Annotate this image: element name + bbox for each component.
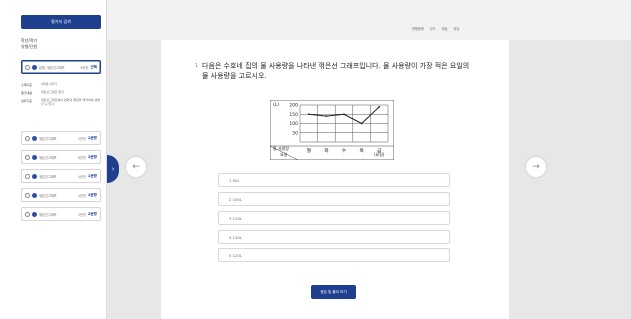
chart-x-unit: (요일) <box>374 151 385 157</box>
view-tabs: 전체문제 정오 해설 정답 <box>412 26 459 31</box>
tab-correctness[interactable]: 정오 <box>430 26 436 31</box>
gear-icon <box>32 135 37 141</box>
detail-value: 4학년 2학기 <box>41 82 57 86</box>
detail-value: 꺾은선그래프 읽기 <box>41 90 65 94</box>
number-icon <box>25 192 30 198</box>
chart-point <box>343 113 345 116</box>
card-title: 꺾은선그래프 <box>39 136 57 141</box>
chart-frame <box>270 100 394 160</box>
gear-icon <box>32 64 37 70</box>
card-title: 꺾은선그래프 <box>39 174 57 179</box>
chart-point <box>360 122 363 125</box>
chart-x-tick-label: 목 <box>359 148 364 154</box>
prev-arrow-icon[interactable]: ← <box>126 157 146 177</box>
card-count: 5문항 <box>77 136 86 141</box>
card-count: 6문항 <box>80 65 89 70</box>
detail-value: 꺾은선그래프에서 변화의 특징을 해석하여 설명할 수 있다. <box>41 98 101 106</box>
card-badge: 2문항 <box>87 211 97 216</box>
sidebar-card[interactable]: 꺾은선그래프 4문항 1문항 <box>21 188 101 202</box>
number-icon <box>25 211 30 217</box>
answer-option[interactable]: 3 110L <box>218 211 450 225</box>
detail-key: 출제기준 <box>21 83 33 87</box>
answer-option[interactable]: 5 120L <box>218 248 450 262</box>
number-icon <box>25 64 30 70</box>
sidebar-card[interactable]: 꺾은선그래프 4문항 1문항 <box>21 169 101 183</box>
chart-x-tick-label: 수 <box>342 148 347 154</box>
chart-corner-top: 물 사용량 <box>273 145 289 151</box>
chart-y-unit: (L) <box>273 102 279 108</box>
card-title: 꺾은선그래프 <box>39 155 57 160</box>
chart-x-tick-label: 월 <box>307 147 311 154</box>
chart-y-tick-label: 100 <box>289 121 298 127</box>
detail-key: 성취기준 <box>21 99 33 103</box>
tab-explanation[interactable]: 해설 <box>442 26 448 31</box>
card-title: 유형: 꺾은선그래프 <box>39 65 65 70</box>
number-icon <box>25 135 30 141</box>
sidebar-card[interactable]: 꺾은선그래프 5문항 2문항 <box>21 207 101 221</box>
gear-icon <box>32 154 37 160</box>
card-badge: 1문항 <box>87 173 97 178</box>
answer-option[interactable]: 4 130L <box>218 230 450 244</box>
search-button[interactable]: 평가지 검색 <box>21 15 101 29</box>
question-text: 다음은 수호네 집의 물 사용량을 나타낸 꺾은선 그래프입니다. 물 사용량이… <box>202 62 470 80</box>
line-chart: 50100150200 월화수목금 (L) 물 사용량 요일 (요일) <box>270 100 394 160</box>
tab-answer[interactable]: 정답 <box>453 26 459 31</box>
tab-all[interactable]: 전체문제 <box>412 26 424 31</box>
card-badge: 선택 <box>90 64 97 69</box>
next-arrow-icon[interactable]: → <box>526 157 546 177</box>
show-solution-button[interactable]: 정답 및 풀이 보기 <box>311 285 356 299</box>
question-number: 1 <box>195 63 199 69</box>
gear-icon <box>32 211 37 217</box>
chart-y-tick-label: 200 <box>289 103 298 109</box>
meta-unit: 유형/단원 <box>21 44 38 49</box>
card-title: 꺾은선그래프 <box>39 212 57 217</box>
number-icon <box>25 173 30 179</box>
sidebar-card[interactable]: 꺾은선그래프 6문항 2문항 <box>21 150 101 164</box>
card-count: 4문항 <box>77 174 86 179</box>
detail-row: 평가내용 꺾은선그래프 읽기 <box>21 90 101 95</box>
chart-y-tick-label: 50 <box>292 130 298 136</box>
sidebar-card[interactable]: 꺾은선그래프 5문항 1문항 <box>21 131 101 145</box>
card-badge: 1문항 <box>87 135 97 140</box>
topbar: 전체문제 정오 해설 정답 <box>107 0 631 40</box>
detail-key: 평가내용 <box>21 91 33 95</box>
answer-option[interactable]: 1 50L <box>218 173 450 187</box>
card-count: 6문항 <box>77 155 86 160</box>
answer-option[interactable]: 2 100L <box>218 192 450 206</box>
card-badge: 1문항 <box>87 192 97 197</box>
chart-y-tick-label: 150 <box>289 112 298 118</box>
card-badge: 2문항 <box>87 154 97 159</box>
sidebar-card[interactable]: 유형: 꺾은선그래프 6문항 선택 <box>21 60 101 74</box>
detail-row: 성취기준 꺾은선그래프에서 변화의 특징을 해석하여 설명할 수 있다. <box>21 98 101 106</box>
card-title: 꺾은선그래프 <box>39 193 57 198</box>
detail-panel: 출제기준 4학년 2학기 평가내용 꺾은선그래프 읽기 성취기준 꺾은선그래프에… <box>21 82 101 123</box>
number-icon <box>25 154 30 160</box>
chart-point <box>307 113 310 116</box>
chart-point <box>378 105 381 108</box>
card-count: 4문항 <box>77 193 86 198</box>
chart-x-tick-label: 화 <box>324 148 329 154</box>
sidebar: 평가지 검색 학년/학기 유형/단원 유형: 꺾은선그래프 6문항 선택 출제기… <box>0 0 107 319</box>
gear-icon <box>32 192 37 198</box>
chart-point <box>325 115 328 117</box>
sidebar-meta: 학년/학기 유형/단원 <box>21 38 37 50</box>
card-count: 5문항 <box>77 212 86 217</box>
detail-row: 출제기준 4학년 2학기 <box>21 82 101 87</box>
gear-icon <box>32 173 37 179</box>
chart-corner-bottom: 요일 <box>280 151 288 157</box>
